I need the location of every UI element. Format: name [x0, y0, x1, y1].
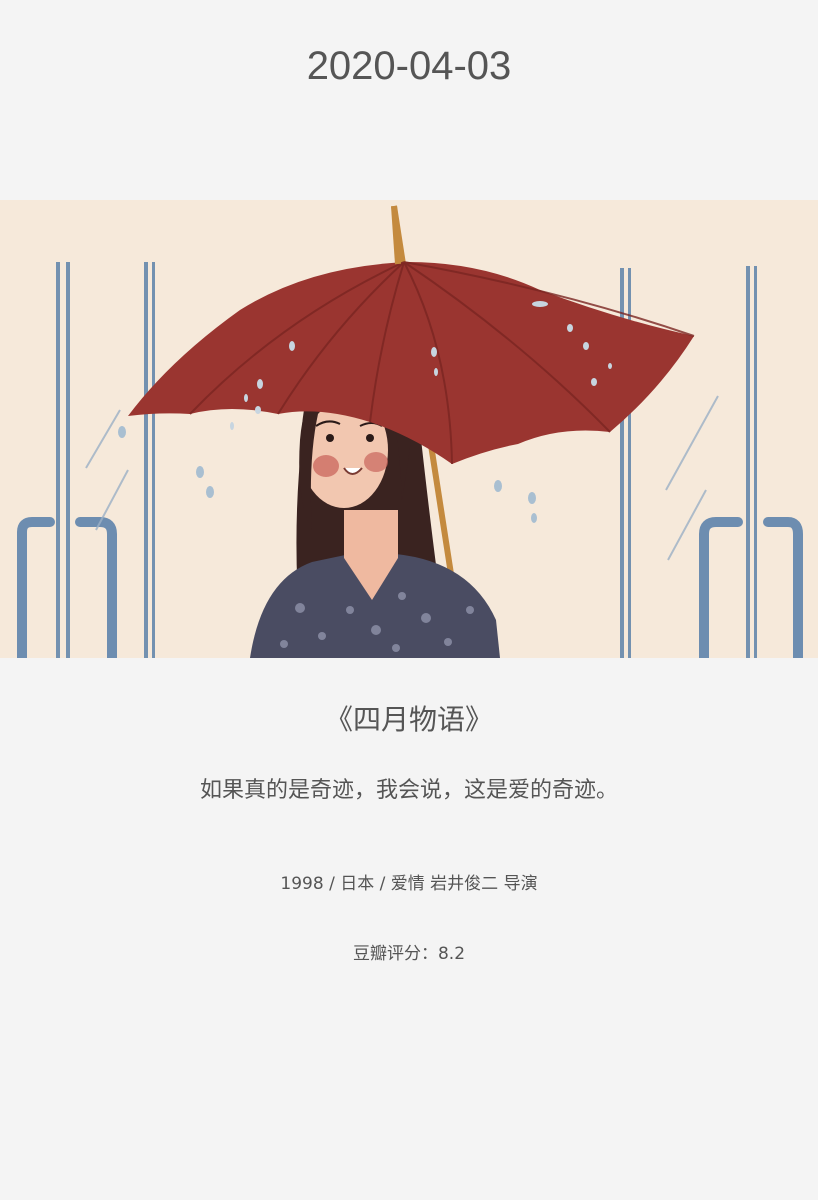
movie-rating: 豆瓣评分：8.2 — [352, 944, 466, 964]
movie-quote: 如果真的是奇迹，我会说，这是爱的奇迹。 — [199, 778, 618, 803]
date-heading: 2020-04-03 — [306, 44, 512, 88]
movie-meta: 1998 / 日本 / 爱情 岩井俊二 导演 — [280, 874, 538, 894]
movie-title: 《四月物语》 — [324, 703, 493, 736]
movie-poster-image — [0, 200, 818, 658]
